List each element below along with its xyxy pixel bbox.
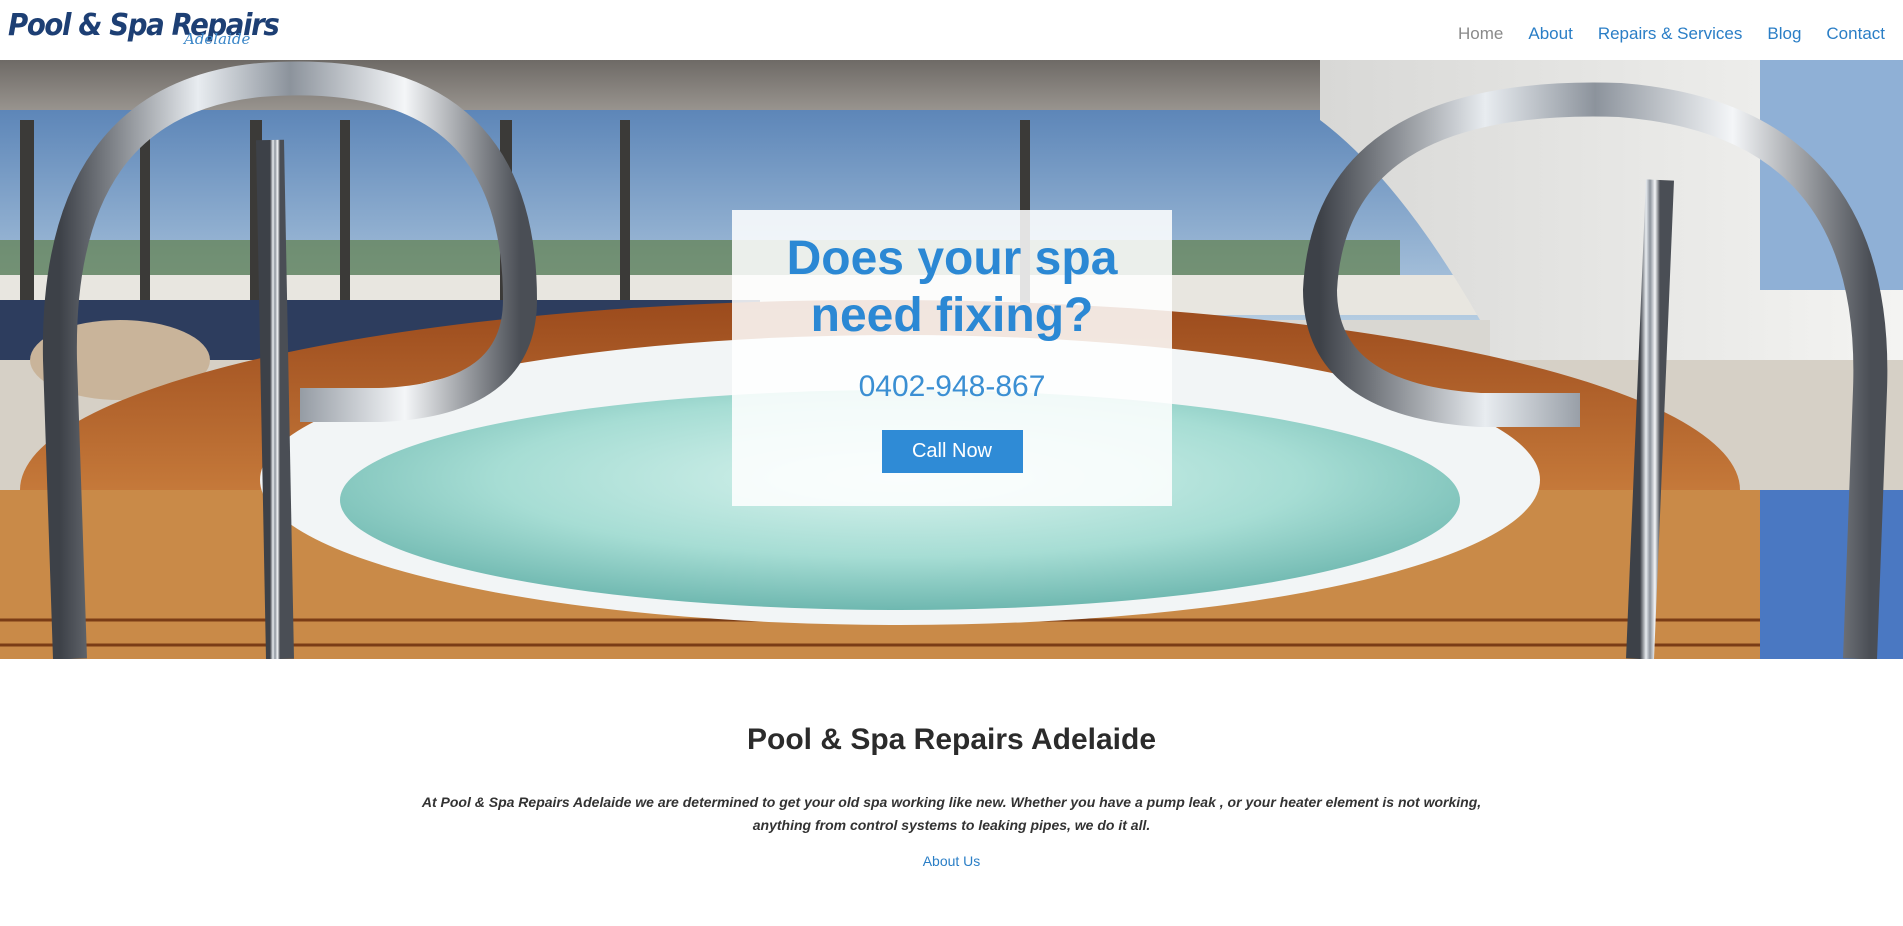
hero-title: Does your spa need fixing? [786,232,1118,342]
main-nav: Home About Repairs & Services Blog Conta… [1433,24,1885,44]
hero-banner: Does your spa need fixing? 0402-948-867 … [0,60,1903,659]
nav-blog[interactable]: Blog [1767,24,1801,44]
site-logo[interactable]: Pool & Spa Repairs Adelaide [8,8,280,50]
nav-home[interactable]: Home [1458,24,1503,44]
nav-repairs-services[interactable]: Repairs & Services [1598,24,1743,44]
site-header: Pool & Spa Repairs Adelaide Home About R… [0,0,1903,60]
section-title: Pool & Spa Repairs Adelaide [747,723,1156,756]
about-link-wrapper: About Us [0,853,1903,871]
nav-contact[interactable]: Contact [1826,24,1885,44]
logo-location: Adelaide [184,30,251,48]
section-description: At Pool & Spa Repairs Adelaide we are de… [421,794,1482,833]
hero-phone[interactable]: 0402-948-867 [732,370,1172,404]
call-now-button[interactable]: Call Now [881,430,1023,473]
hero-callout: Does your spa need fixing? 0402-948-867 … [732,210,1172,506]
nav-about[interactable]: About [1528,24,1572,44]
about-us-link[interactable]: About Us [923,853,981,869]
